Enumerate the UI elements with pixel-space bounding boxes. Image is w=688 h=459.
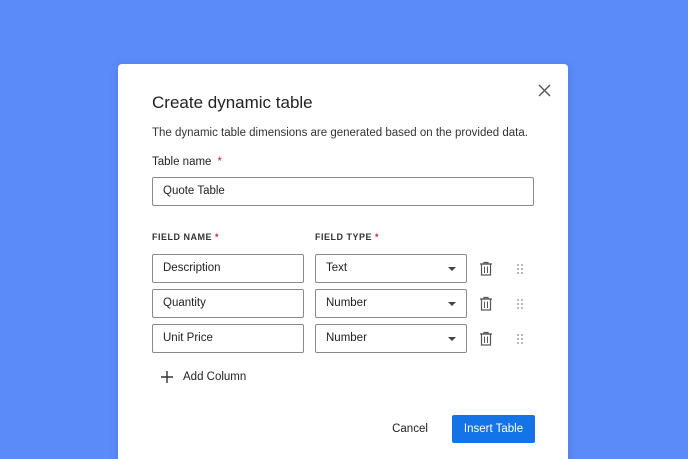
cancel-button[interactable]: Cancel <box>380 415 440 443</box>
field-type-header-text: FIELD TYPE <box>315 232 373 242</box>
dialog-title: Create dynamic table <box>152 93 313 112</box>
insert-table-button[interactable]: Insert Table <box>452 415 535 443</box>
field-name-input[interactable]: Description <box>152 254 304 283</box>
field-name-header-text: FIELD NAME <box>152 232 212 242</box>
drag-handle-icon[interactable] <box>516 333 524 345</box>
trash-icon[interactable] <box>479 261 493 276</box>
field-type-value: Number <box>326 297 367 309</box>
required-mark: * <box>215 232 220 242</box>
field-type-value: Number <box>326 332 367 344</box>
drag-handle-icon[interactable] <box>516 298 524 310</box>
close-icon <box>538 84 550 96</box>
field-type-select[interactable]: Number <box>315 324 467 353</box>
add-column-button[interactable]: Add Column <box>160 370 246 384</box>
field-type-select[interactable]: Text <box>315 254 467 283</box>
field-type-value: Text <box>326 262 348 274</box>
chevron-down-icon <box>448 267 456 271</box>
dialog-description: The dynamic table dimensions are generat… <box>152 127 528 139</box>
field-type-select[interactable]: Number <box>315 289 467 318</box>
table-name-input[interactable]: Quote Table <box>152 177 534 206</box>
field-type-header: FIELD TYPE * <box>315 232 379 242</box>
drag-handle-icon[interactable] <box>516 263 524 275</box>
chevron-down-icon <box>448 302 456 306</box>
field-name-input[interactable]: Quantity <box>152 289 304 318</box>
required-mark: * <box>217 156 222 168</box>
field-row: Description Text <box>152 254 542 283</box>
field-name-header: FIELD NAME * <box>152 232 219 242</box>
trash-icon[interactable] <box>479 331 493 346</box>
plus-icon <box>161 371 173 383</box>
chevron-down-icon <box>448 337 456 341</box>
create-table-dialog: Create dynamic table The dynamic table d… <box>118 64 568 459</box>
trash-icon[interactable] <box>479 296 493 311</box>
add-column-label: Add Column <box>183 371 247 383</box>
field-name-input[interactable]: Unit Price <box>152 324 304 353</box>
table-name-label: Table name * <box>152 156 222 168</box>
required-mark: * <box>375 232 380 242</box>
field-row: Unit Price Number <box>152 324 542 353</box>
field-row: Quantity Number <box>152 289 542 318</box>
table-name-label-text: Table name <box>152 156 212 168</box>
close-button[interactable] <box>536 82 552 98</box>
